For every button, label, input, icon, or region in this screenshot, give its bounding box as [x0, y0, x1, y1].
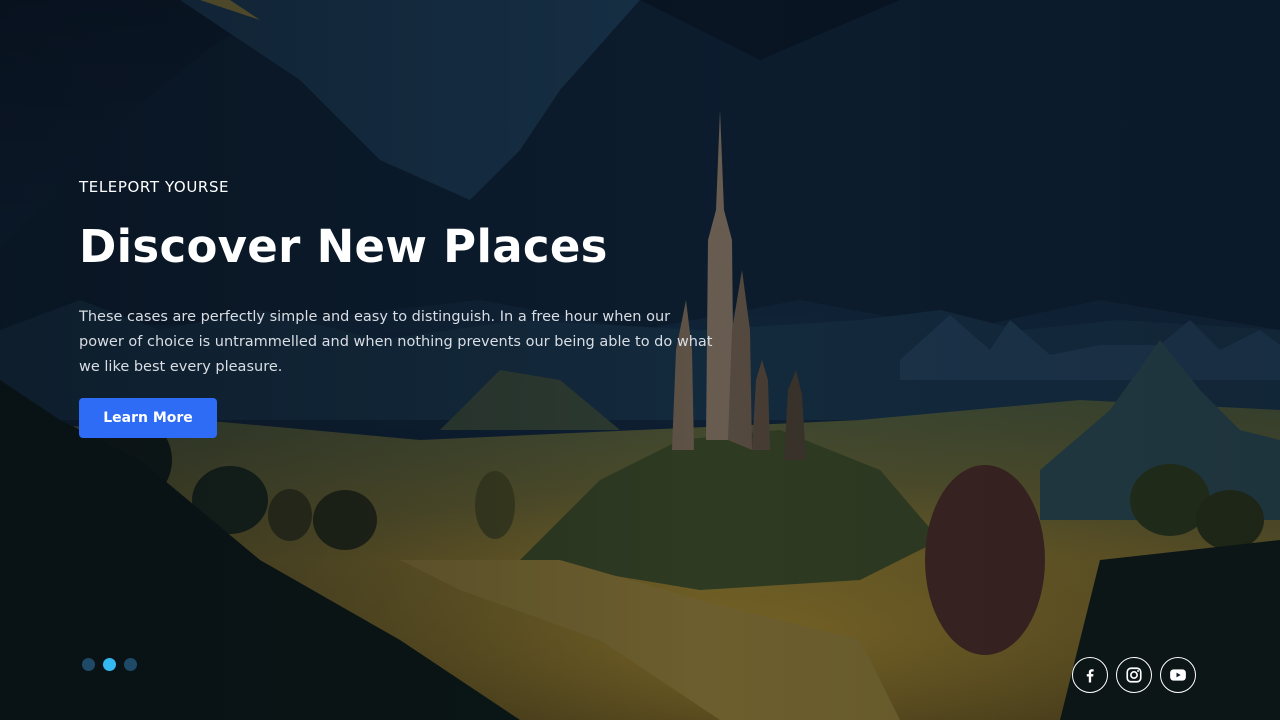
- learn-more-button[interactable]: Learn More: [79, 398, 217, 438]
- instagram-link[interactable]: [1116, 657, 1152, 693]
- slider-dot-3[interactable]: [124, 658, 137, 671]
- social-links: [1072, 657, 1196, 693]
- hero-title: Discover New Places: [79, 220, 608, 273]
- hero-slider: TELEPORT YOURSE Discover New Places Thes…: [0, 0, 1280, 720]
- slider-dot-2-active[interactable]: [103, 658, 116, 671]
- hero-kicker: TELEPORT YOURSE: [79, 178, 230, 196]
- instagram-icon: [1126, 667, 1142, 683]
- youtube-link[interactable]: [1160, 657, 1196, 693]
- slider-dot-1[interactable]: [82, 658, 95, 671]
- hero-description: These cases are perfectly simple and eas…: [79, 309, 713, 375]
- slider-pagination: [82, 658, 137, 671]
- facebook-link[interactable]: [1072, 657, 1108, 693]
- youtube-icon: [1170, 669, 1186, 681]
- facebook-icon: [1086, 669, 1094, 683]
- hero-content: TELEPORT YOURSE Discover New Places Thes…: [79, 177, 739, 438]
